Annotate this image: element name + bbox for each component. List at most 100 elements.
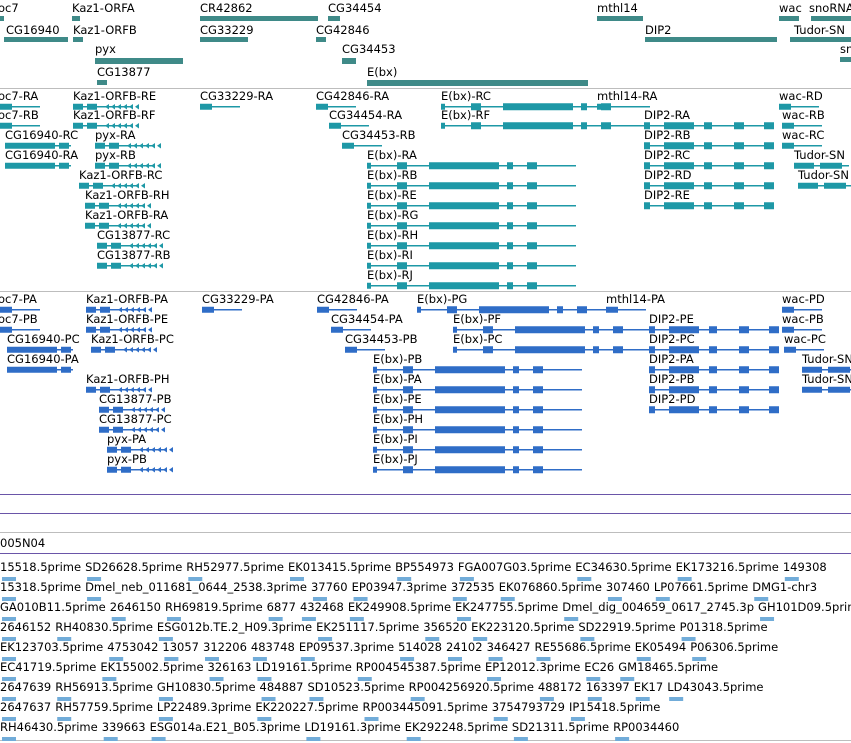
transcript-oc7-ra[interactable]: oc7-RA bbox=[0, 89, 40, 110]
est-484887[interactable]: 484887 bbox=[260, 680, 304, 701]
gene-cg34454[interactable]: CG34454 bbox=[328, 1, 382, 21]
est-339663[interactable]: 339663 bbox=[102, 720, 146, 741]
gene-cg33229[interactable]: CG33229 bbox=[200, 23, 254, 42]
transcript-dip2-re[interactable]: DIP2-RE bbox=[644, 188, 774, 210]
protein-oc7-pa[interactable]: oc7-PA bbox=[0, 292, 40, 313]
transcript-wac-rc[interactable]: wac-RC bbox=[782, 128, 824, 149]
est-ek173216-5prime[interactable]: EK173216.5prime bbox=[676, 560, 779, 581]
protein-glyph[interactable] bbox=[417, 306, 626, 314]
transcript-cg13877-rb[interactable]: CG13877-RB bbox=[97, 248, 171, 269]
protein-wac-pb[interactable]: wac-PB bbox=[782, 312, 824, 333]
transcript-e-bx-rj[interactable]: E(bx)-RJ bbox=[367, 268, 576, 290]
protein-cg13877-pb[interactable]: CG13877-PB bbox=[99, 392, 172, 413]
gene-mthl14[interactable]: mthl14 bbox=[597, 1, 643, 21]
transcript-pyx-rb[interactable]: pyx-RB bbox=[95, 148, 161, 169]
gene-feature-bar[interactable] bbox=[72, 16, 80, 21]
protein-e-bx-pg[interactable]: E(bx)-PG bbox=[417, 292, 626, 314]
est-24102[interactable]: 24102 bbox=[446, 640, 483, 661]
protein-dip2-pe[interactable]: DIP2-PE bbox=[649, 312, 779, 334]
est-rh69819-5prime[interactable]: RH69819.5prime bbox=[165, 600, 263, 621]
gene-feature-bar[interactable] bbox=[0, 16, 4, 21]
protein-e-bx-pa[interactable]: E(bx)-PA bbox=[373, 372, 582, 394]
transcript-cg13877-rc[interactable]: CG13877-RC bbox=[97, 228, 170, 249]
protein-glyph[interactable] bbox=[649, 406, 779, 414]
est-dmel-neb-011681-0644-2538-3prime[interactable]: Dmel_neb_011681_0644_2538.3prime bbox=[85, 580, 307, 601]
est-rh52977-5prime[interactable]: RH52977.5prime bbox=[186, 560, 284, 581]
protein-kaz1-orfb-pc[interactable]: Kaz1-ORFB-PC bbox=[91, 332, 174, 353]
protein-glyph[interactable] bbox=[202, 306, 242, 313]
protein-pyx-pa[interactable]: pyx-PA bbox=[107, 432, 173, 453]
est-488172[interactable]: 488172 bbox=[538, 680, 582, 701]
est-ek123703-5prime[interactable]: EK123703.5prime bbox=[0, 640, 103, 661]
gene-feature-bar[interactable] bbox=[342, 58, 356, 64]
gene-wac[interactable]: wac bbox=[779, 1, 802, 21]
gene-dip2[interactable]: DIP2 bbox=[645, 23, 777, 42]
gene-pyx[interactable]: pyx bbox=[95, 42, 183, 64]
est-track[interactable]: 15518.5prime SD26628.5prime RH52977.5prime… bbox=[0, 560, 851, 741]
transcript-e-bx-rh[interactable]: E(bx)-RH bbox=[367, 228, 576, 250]
est-2647639[interactable]: 2647639 bbox=[0, 680, 51, 701]
est-ga010b11-5prime[interactable]: GA010B11.5prime bbox=[0, 600, 106, 621]
transcript-glyph[interactable] bbox=[200, 103, 240, 110]
protein-cg34453-pb[interactable]: CG34453-PB bbox=[345, 332, 418, 353]
transcript-tudor-sn[interactable]: Tudor-SN bbox=[793, 148, 849, 169]
est-sd22919-5prime[interactable]: SD22919.5prime bbox=[578, 620, 676, 641]
est-p01318-5prime[interactable]: P01318.5prime bbox=[680, 620, 768, 641]
transcript-glyph[interactable] bbox=[644, 202, 774, 210]
est-feature[interactable] bbox=[513, 737, 528, 741]
gene-feature-bar[interactable] bbox=[645, 37, 777, 42]
protein-glyph[interactable] bbox=[606, 306, 646, 313]
gene-oc7[interactable]: oc7 bbox=[0, 1, 19, 21]
protein-e-bx-pj[interactable]: E(bx)-PJ bbox=[373, 452, 582, 474]
est-356520[interactable]: 356520 bbox=[423, 620, 467, 641]
est-15518-5prime[interactable]: 15518.5prime bbox=[0, 560, 81, 581]
gene-feature-bar[interactable] bbox=[316, 37, 326, 42]
est-sd10523-5prime[interactable]: SD10523.5prime bbox=[307, 680, 405, 701]
gene-feature-bar[interactable] bbox=[840, 57, 851, 62]
transcript-glyph[interactable] bbox=[441, 122, 650, 130]
est-ip15418-5prime[interactable]: IP15418.5prime bbox=[569, 700, 660, 721]
est-ek220227-5prime[interactable]: EK220227.5prime bbox=[255, 700, 359, 721]
protein-kaz1-orfb-pa[interactable]: Kaz1-ORFB-PA bbox=[86, 292, 168, 313]
est-fga007g03-5prime[interactable]: FGA007G03.5prime bbox=[458, 560, 571, 581]
est-149308[interactable]: 149308 bbox=[783, 560, 827, 581]
gene-cg13877[interactable]: CG13877 bbox=[97, 65, 151, 85]
protein-e-bx-ph[interactable]: E(bx)-PH bbox=[373, 412, 582, 434]
transcript-dip2-rc[interactable]: DIP2-RC bbox=[644, 148, 774, 170]
est-ep03947-3prime[interactable]: EP03947.3prime bbox=[352, 580, 447, 601]
protein-tudor-sn[interactable]: Tudor-SN bbox=[801, 352, 851, 373]
transcript-wac-rd[interactable]: wac-RD bbox=[779, 89, 823, 110]
est-483748[interactable]: 483748 bbox=[251, 640, 295, 661]
transcript-cg42846-ra[interactable]: CG42846-RA bbox=[316, 89, 389, 110]
gene-feature-bar[interactable] bbox=[367, 80, 588, 86]
transcript-cg16940-ra[interactable]: CG16940-RA bbox=[5, 148, 78, 169]
est-esg012b-te-2-h09-3prime[interactable]: ESG012b.TE.2_H09.3prime bbox=[157, 620, 312, 641]
protein-e-bx-pe[interactable]: E(bx)-PE bbox=[373, 392, 582, 414]
transcript-e-bx-ra[interactable]: E(bx)-RA bbox=[367, 148, 576, 170]
est-2646150[interactable]: 2646150 bbox=[110, 600, 161, 621]
gene-track[interactable]: oc7 Kaz1-ORFA CR42862 CG34454 mthl14 wac snoRN… bbox=[0, 1, 851, 86]
protein-e-bx-pb[interactable]: E(bx)-PB bbox=[373, 352, 582, 374]
gene-feature-bar[interactable] bbox=[597, 16, 643, 21]
est-37760[interactable]: 37760 bbox=[311, 580, 348, 601]
est-ld19161-5prime[interactable]: LD19161.5prime bbox=[255, 660, 352, 681]
est-15318-5prime[interactable]: 15318.5prime bbox=[0, 580, 81, 601]
est-346427[interactable]: 346427 bbox=[487, 640, 531, 661]
protein-cg13877-pc[interactable]: CG13877-PC bbox=[99, 412, 172, 433]
track-canvas[interactable]: 005N04 oc7 Kaz1-ORFA CR42862 CG34454 mthl14 w… bbox=[0, 0, 851, 743]
est-163397[interactable]: 163397 bbox=[586, 680, 630, 701]
transcript-dip2-ra[interactable]: DIP2-RA bbox=[644, 108, 774, 130]
protein-pyx-pb[interactable]: pyx-PB bbox=[107, 452, 173, 473]
gene-cg34453[interactable]: CG34453 bbox=[342, 42, 396, 64]
protein-dip2-pb[interactable]: DIP2-PB bbox=[649, 372, 779, 394]
est-gm18465-5prime[interactable]: GM18465.5prime bbox=[618, 660, 718, 681]
gene-cg16940[interactable]: CG16940 bbox=[4, 23, 68, 42]
est-sd21311-5prime[interactable]: SD21311.5prime bbox=[512, 720, 609, 741]
gene-feature-bar[interactable] bbox=[4, 37, 68, 42]
transcript-cg34453-rb[interactable]: CG34453-RB bbox=[342, 128, 416, 149]
transcript-e-bx-rb[interactable]: E(bx)-RB bbox=[367, 168, 576, 190]
est-gh101d09-5prime[interactable]: GH101D09.5prime bbox=[758, 600, 851, 621]
transcript-dip2-rd[interactable]: DIP2-RD bbox=[644, 168, 774, 190]
gene-feature-bar[interactable] bbox=[200, 37, 248, 42]
protein-dip2-pa[interactable]: DIP2-PA bbox=[649, 352, 779, 374]
